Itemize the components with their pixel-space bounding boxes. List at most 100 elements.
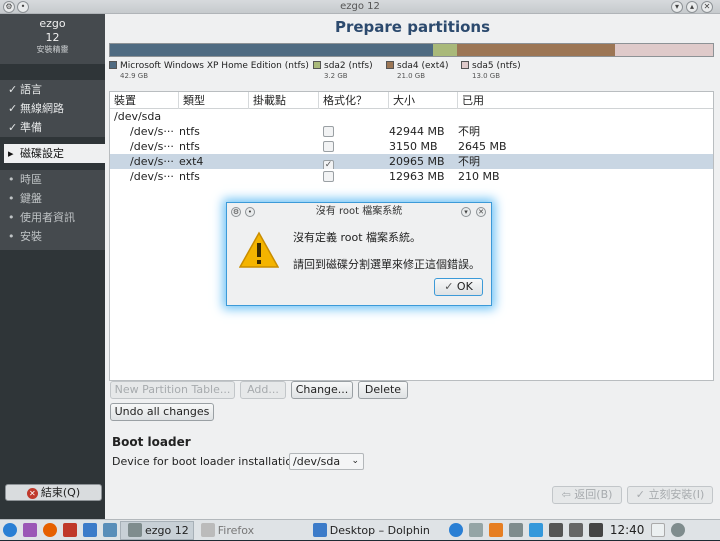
format-checkbox-checked[interactable]: ✓ xyxy=(323,160,334,169)
clipboard-icon[interactable] xyxy=(486,520,506,541)
close-icon: ✕ xyxy=(26,487,38,499)
cell-device: /dev/s··· xyxy=(130,170,174,183)
app-launcher-icon[interactable] xyxy=(0,520,20,541)
format-checkbox[interactable] xyxy=(323,126,334,137)
legend-swatch xyxy=(386,61,394,69)
page-title: Prepare partitions xyxy=(334,18,490,36)
info-icon[interactable] xyxy=(446,520,466,541)
check-icon: ✓ xyxy=(8,121,18,134)
back-button[interactable]: ⇦ 返回(B) xyxy=(552,486,622,504)
dialog-message: 沒有定義 root 檔案系統。 xyxy=(293,231,422,244)
legend-swatch xyxy=(313,61,321,69)
legend-name: sda2 (ntfs) xyxy=(324,61,373,71)
task-label: ezgo 12 xyxy=(145,523,189,537)
brand-name: ezgo xyxy=(39,17,66,30)
task-firefox[interactable]: Firefox xyxy=(194,521,306,540)
column-header-type[interactable]: 類型 xyxy=(179,92,249,109)
task-installer[interactable]: ezgo 12 xyxy=(120,520,194,540)
delete-partition-button[interactable]: Delete xyxy=(358,381,408,399)
window-titlebar[interactable]: ⚙ • ezgo 12 ▾ ▴ ✕ xyxy=(0,0,720,14)
cell-format xyxy=(319,109,389,124)
minimize-icon[interactable]: ▾ xyxy=(671,1,683,13)
cell-mount xyxy=(249,154,319,169)
undo-all-changes-button[interactable]: Undo all changes xyxy=(110,403,214,421)
firefox-launcher-icon[interactable] xyxy=(40,520,60,541)
table-row[interactable]: /dev/sda xyxy=(110,109,713,124)
bullet-icon: • xyxy=(8,173,15,186)
trash-icon[interactable] xyxy=(648,520,668,541)
step-timezone: • 時區 xyxy=(0,170,105,189)
sidebar: ezgo 12 安裝精靈 ✓ 語言 ✓ 無線網路 ✓ 準備 ▸ 磁碟設定 • 時區 • 鍵盤… xyxy=(0,14,105,519)
legend-item-sda4: sda4 (ext4) 21.0 GB xyxy=(386,61,449,81)
activities-icon[interactable] xyxy=(20,520,40,541)
column-header-device[interactable]: 裝置 xyxy=(110,92,179,109)
format-checkbox[interactable] xyxy=(323,171,334,182)
table-row[interactable]: /dev/s··· ntfs 42944 MB 不明 xyxy=(110,124,713,139)
pin-icon[interactable]: • xyxy=(245,207,255,217)
ok-button[interactable]: ✓ OK xyxy=(434,278,483,296)
legend-size: 3.2 GB xyxy=(324,72,348,80)
legend-size: 21.0 GB xyxy=(397,72,426,80)
current-step-wrap: ▸ 磁碟設定 xyxy=(0,144,105,163)
install-now-button[interactable]: ✓ 立刻安裝(I) xyxy=(627,486,713,504)
task-label: Firefox xyxy=(217,523,255,537)
bullet-icon: • xyxy=(8,211,15,224)
chat-icon[interactable] xyxy=(526,520,546,541)
change-partition-button[interactable]: Change... xyxy=(291,381,353,399)
table-row-selected[interactable]: /dev/s··· ext4 ✓ 20965 MB 不明 xyxy=(110,154,713,169)
new-partition-table-button[interactable]: New Partition Table... xyxy=(110,381,235,399)
back-arrow-icon: ⇦ xyxy=(561,488,575,501)
clock[interactable]: 12:40 xyxy=(610,520,645,541)
legend-name: Microsoft Windows XP Home Edition (ntfs) xyxy=(120,61,309,71)
task-dolphin[interactable]: Desktop – Dolphin xyxy=(306,521,434,540)
files-launcher-icon[interactable] xyxy=(80,520,100,541)
legend-name: sda4 (ext4) xyxy=(397,61,449,71)
cell-mount xyxy=(249,169,319,184)
format-checkbox[interactable] xyxy=(323,141,334,152)
legend-size: 13.0 GB xyxy=(472,72,501,80)
keyboard-icon[interactable] xyxy=(466,520,486,541)
maximize-icon[interactable]: ▴ xyxy=(686,1,698,13)
desktop-launcher-icon[interactable] xyxy=(100,520,120,541)
chevron-down-icon: ⌄ xyxy=(351,456,359,466)
column-header-mount[interactable]: 掛載點 xyxy=(249,92,319,109)
quit-button[interactable]: ✕ 結束(Q) xyxy=(5,484,102,501)
cell-used: 不明 xyxy=(458,125,480,138)
brand-version: 12 xyxy=(45,31,60,44)
quit-label: 結束(Q) xyxy=(40,486,81,499)
tools-launcher-icon[interactable] xyxy=(60,520,80,541)
dialog-menu-icon[interactable]: ⚙ xyxy=(231,207,241,217)
column-header-used[interactable]: 已用 xyxy=(458,92,713,109)
boot-device-label: Device for boot loader installation: xyxy=(112,455,303,468)
wifi-icon[interactable] xyxy=(586,520,606,541)
warning-icon xyxy=(239,231,279,268)
close-icon[interactable]: ✕ xyxy=(476,207,486,217)
table-row[interactable]: /dev/s··· ntfs 3150 MB 2645 MB xyxy=(110,139,713,154)
step-partitioning: ▸ 磁碟設定 xyxy=(4,144,105,163)
close-icon[interactable]: ✕ xyxy=(701,1,713,13)
step-label: 時區 xyxy=(20,173,42,186)
step-label: 準備 xyxy=(20,121,42,134)
partition-segment xyxy=(110,44,434,56)
volume-icon[interactable] xyxy=(546,520,566,541)
cell-format xyxy=(319,124,389,139)
column-header-format[interactable]: 格式化？ xyxy=(319,92,389,109)
partition-segment xyxy=(457,44,616,56)
network-icon[interactable] xyxy=(566,520,586,541)
scissors-icon[interactable] xyxy=(506,520,526,541)
step-label: 鍵盤 xyxy=(20,192,42,205)
cell-device: /dev/s··· xyxy=(130,125,174,138)
cell-format xyxy=(319,139,389,154)
boot-device-value: /dev/sda xyxy=(293,455,341,468)
minimize-icon[interactable]: ▾ xyxy=(461,207,471,217)
check-icon: ✓ xyxy=(444,280,457,293)
add-partition-button[interactable]: Add... xyxy=(240,381,286,399)
boot-device-select[interactable]: /dev/sda ⌄ xyxy=(289,453,364,470)
cell-format: ✓ xyxy=(319,154,389,169)
step-keyboard: • 鍵盤 xyxy=(0,189,105,208)
table-row[interactable]: /dev/s··· ntfs 12963 MB 210 MB xyxy=(110,169,713,184)
cell-type: ntfs xyxy=(179,125,200,138)
column-header-size[interactable]: 大小 xyxy=(389,92,458,109)
later-steps: • 時區 • 鍵盤 • 使用者資訊 • 安裝 xyxy=(0,170,105,250)
user-icon[interactable] xyxy=(668,520,688,541)
